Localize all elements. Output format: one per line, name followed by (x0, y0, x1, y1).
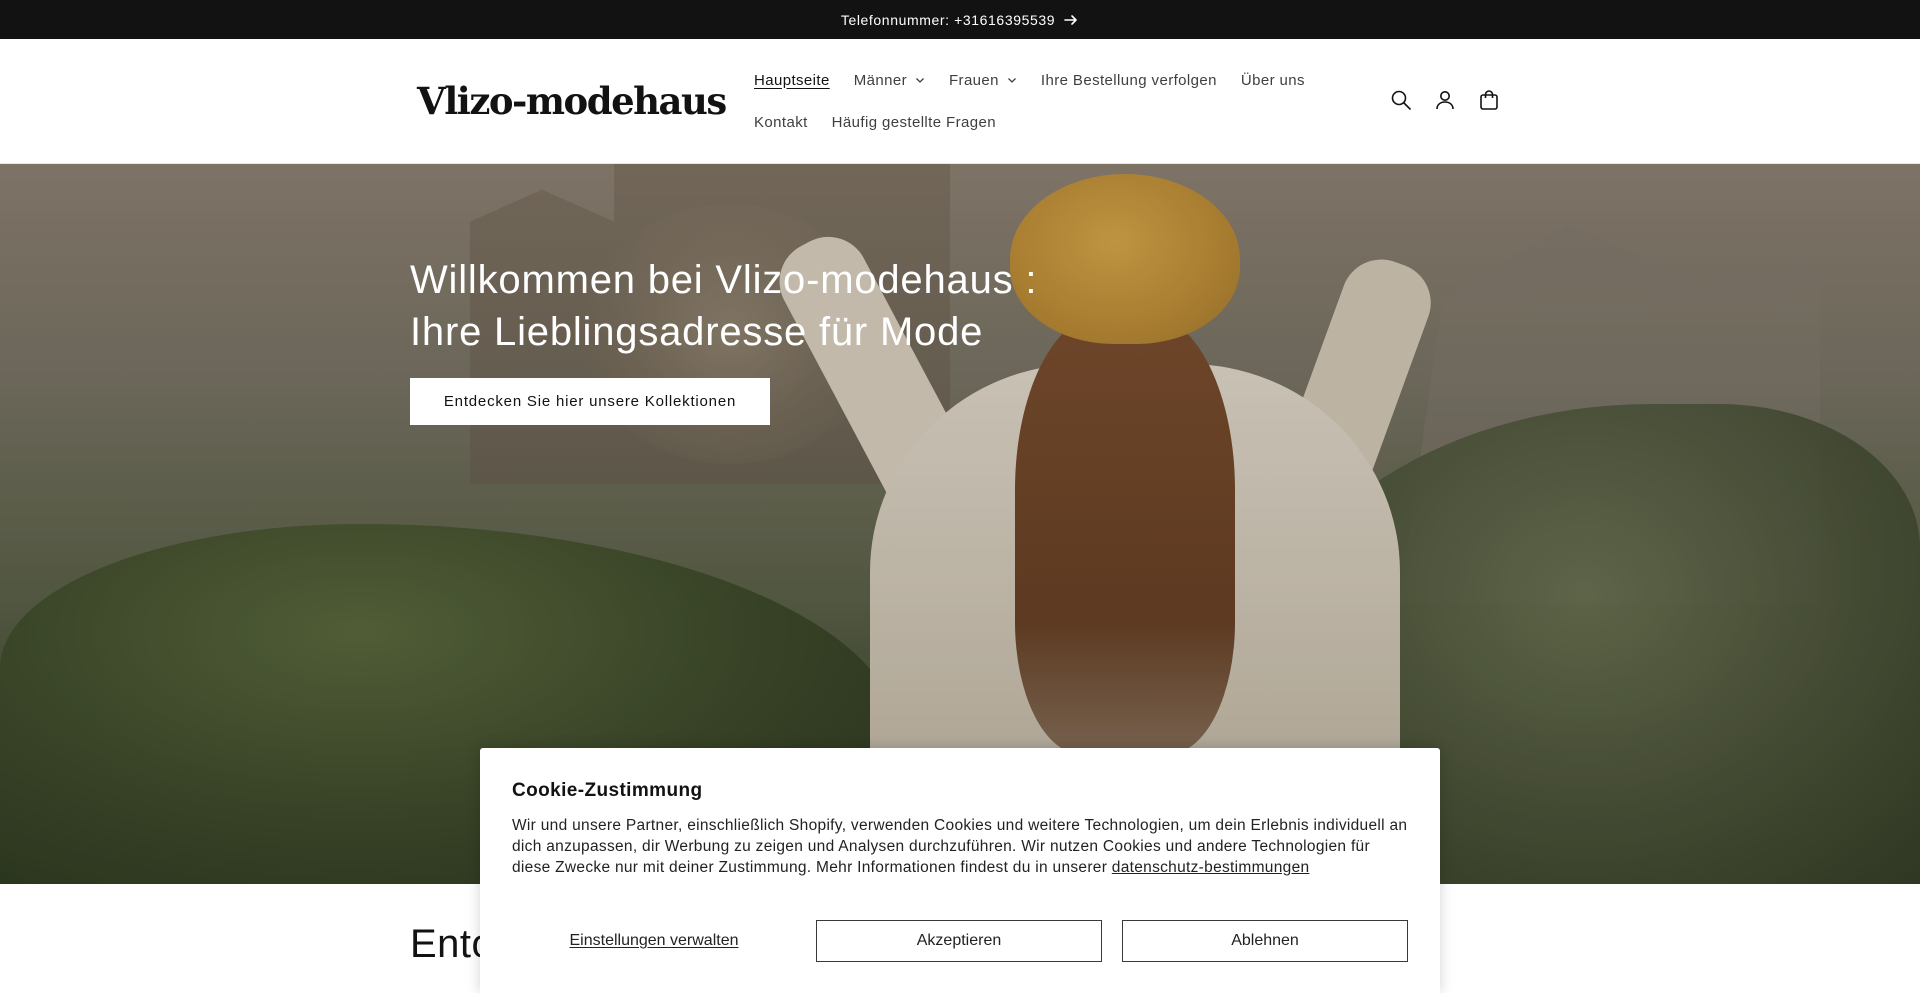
nav-item-label: Frauen (948, 71, 999, 89)
chevron-down-icon (915, 75, 925, 85)
search-icon[interactable] (1388, 87, 1414, 113)
nav-item-label: Ihre Bestellung verfolgen (1040, 71, 1217, 89)
privacy-policy-link[interactable]: datenschutz-bestimmungen (1112, 859, 1310, 876)
cookie-body: Wir und unsere Partner, einschließlich S… (512, 815, 1412, 878)
nav-item-maenner[interactable]: Männer (842, 72, 937, 89)
nav-item-about[interactable]: Über uns (1229, 72, 1317, 89)
main-nav-row-1: Hauptseite Männer Frauen Ihre Bestellung… (742, 70, 1317, 90)
chevron-down-icon (1007, 75, 1017, 85)
hero-title-line-2: Ihre Lieblingsadresse für Mode (410, 310, 984, 354)
cookie-consent-dialog: Cookie-Zustimmung Wir und unsere Partner… (480, 748, 1440, 993)
decline-cookies-button[interactable]: Ablehnen (1122, 920, 1408, 962)
header-icons (1388, 87, 1502, 113)
hero-title: Willkommen bei Vlizo-modehaus : Ihre Lie… (410, 254, 1037, 358)
nav-item-label: Häufig gestellte Fragen (831, 113, 996, 131)
nav-item-label: Kontakt (754, 113, 808, 131)
account-icon[interactable] (1432, 87, 1458, 113)
nav-item-faq[interactable]: Häufig gestellte Fragen (820, 114, 1008, 131)
manage-settings-button[interactable]: Einstellungen verwalten (512, 920, 796, 962)
nav-item-track-order[interactable]: Ihre Bestellung verfolgen (1029, 72, 1229, 89)
nav-item-label: Hauptseite (754, 71, 830, 89)
nav-item-label: Über uns (1240, 71, 1305, 89)
cookie-title: Cookie-Zustimmung (512, 780, 703, 801)
nav-item-hauptseite[interactable]: Hauptseite (742, 72, 842, 89)
manage-settings-label: Einstellungen verwalten (569, 932, 739, 949)
cart-icon[interactable] (1476, 87, 1502, 113)
accept-cookies-button[interactable]: Akzeptieren (816, 920, 1102, 962)
nav-item-frauen[interactable]: Frauen (937, 72, 1029, 89)
arrow-right-icon[interactable] (1063, 12, 1079, 28)
cookie-actions: Einstellungen verwalten Akzeptieren Able… (512, 920, 1408, 962)
explore-collections-button[interactable]: Entdecken Sie hier unsere Kollektionen (410, 378, 770, 425)
announcement-bar[interactable]: Telefonnummer: +31616395539 (0, 0, 1920, 39)
main-nav-row-2: Kontakt Häufig gestellte Fragen (742, 112, 1008, 132)
hero-title-line-1: Willkommen bei Vlizo-modehaus : (410, 258, 1038, 302)
nav-item-label: Männer (853, 71, 907, 89)
announcement-text[interactable]: Telefonnummer: +31616395539 (841, 12, 1055, 28)
site-header: Vlizo-modehaus Hauptseite Männer Frauen … (0, 39, 1920, 164)
nav-item-contact[interactable]: Kontakt (742, 114, 820, 131)
site-logo[interactable]: Vlizo-modehaus (417, 79, 727, 123)
